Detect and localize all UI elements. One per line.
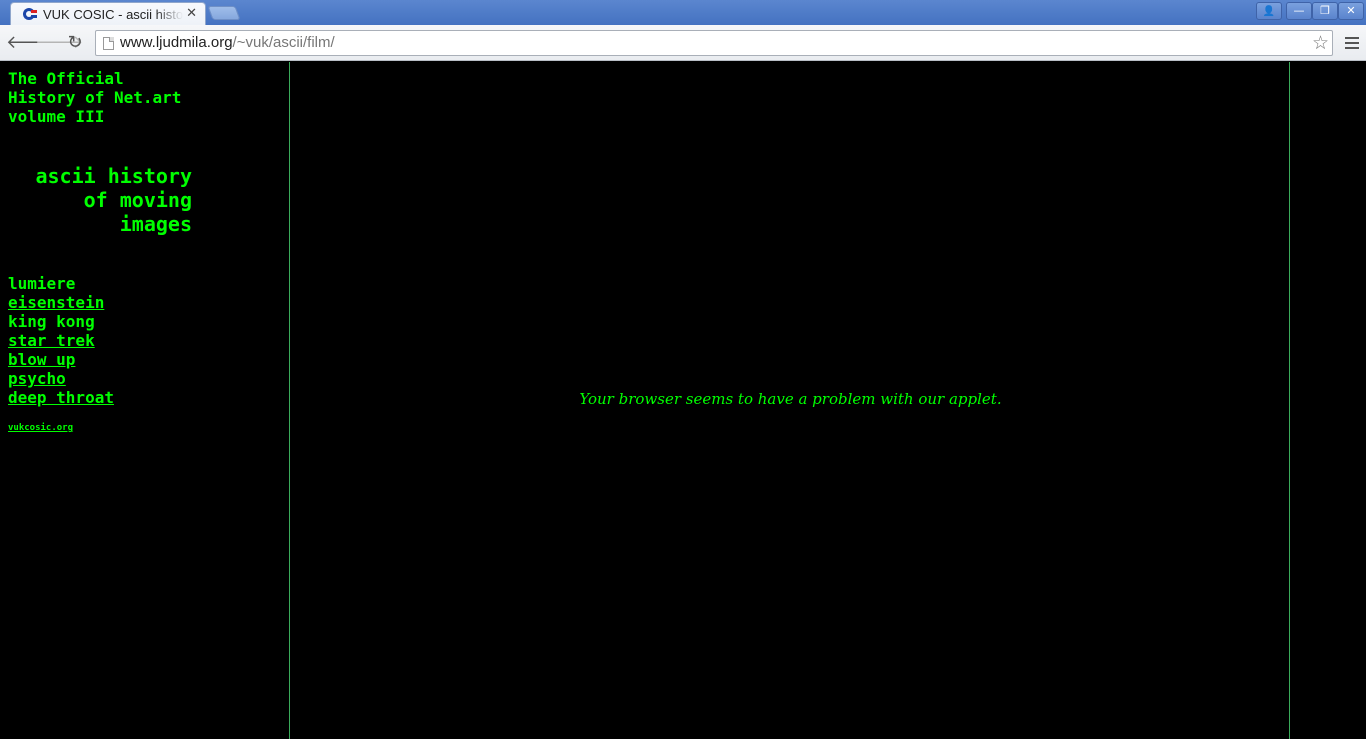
close-window-button[interactable]: ✕ [1338, 2, 1364, 20]
film-item-deep-throat[interactable]: deep throat [8, 388, 114, 407]
film-item-star-trek[interactable]: star trek [8, 331, 114, 350]
film-item-psycho[interactable]: psycho [8, 369, 114, 388]
tab-close-icon[interactable]: ✕ [186, 6, 197, 22]
profile-button[interactable]: 👤 [1256, 2, 1282, 20]
film-item-blow-up[interactable]: blow up [8, 350, 114, 369]
url-path: /~vuk/ascii/film/ [232, 34, 335, 51]
film-list: lumiere eisenstein king kong star trek b… [8, 274, 114, 407]
series-heading-line: The Official [8, 69, 124, 88]
restore-button[interactable]: ❐ [1312, 2, 1338, 20]
url-host: www.ljudmila.org [120, 34, 233, 51]
film-link-blow-up[interactable]: blow up [8, 350, 75, 369]
page-title-line: images [119, 212, 192, 236]
page-viewport: The Official History of Net.art volume I… [0, 62, 1366, 739]
film-label: lumiere [8, 274, 76, 293]
back-button[interactable]: 🡐 [6, 32, 54, 54]
film-link-psycho[interactable]: psycho [8, 369, 66, 388]
film-item-king-kong: king kong [8, 312, 114, 331]
user-icon: 👤 [1262, 6, 1276, 17]
tab-title: VUK COSIC - ascii history of moving imag… [43, 6, 183, 22]
menu-icon[interactable] [1345, 37, 1359, 52]
new-tab-button[interactable] [207, 6, 241, 20]
minimize-button[interactable]: — [1286, 2, 1312, 20]
browser-tab[interactable]: VUK COSIC - ascii history of moving imag… [10, 2, 206, 25]
minimize-icon: — [1293, 4, 1305, 17]
applet-frame: Your browser seems to have a problem wit… [291, 62, 1290, 739]
film-item-eisenstein[interactable]: eisenstein [8, 293, 114, 312]
restore-icon: ❐ [1320, 4, 1330, 17]
series-heading: The Official History of Net.art volume I… [8, 69, 181, 126]
reload-icon: ↻ [67, 32, 83, 53]
left-frame: The Official History of Net.art volume I… [0, 62, 290, 739]
page-title: ascii history of moving images [0, 164, 192, 236]
film-label: king kong [8, 312, 95, 331]
applet-error-message: Your browser seems to have a problem wit… [579, 390, 1002, 408]
film-link-deep-throat[interactable]: deep throat [8, 388, 114, 407]
film-link-star-trek[interactable]: star trek [8, 331, 95, 350]
bookmark-star-icon[interactable]: ☆ [1312, 32, 1329, 54]
film-link-eisenstein[interactable]: eisenstein [8, 293, 104, 312]
page-icon [103, 37, 114, 50]
page-title-line: of moving [83, 188, 192, 212]
series-heading-line: History of Net.art [8, 88, 182, 107]
page-title-line: ascii history [35, 164, 192, 188]
reload-button[interactable]: ↻ [64, 32, 86, 54]
series-heading-line: volume III [8, 107, 105, 126]
address-bar[interactable]: www.ljudmila.org/~vuk/ascii/film/ ☆ [95, 30, 1333, 56]
browser-toolbar: 🡐 🡒 ↻ www.ljudmila.org/~vuk/ascii/film/ … [0, 25, 1366, 61]
window-titlebar: VUK COSIC - ascii history of moving imag… [0, 0, 1366, 25]
close-icon: ✕ [1346, 4, 1356, 17]
forward-button[interactable]: 🡒 [35, 32, 83, 54]
commodore-favicon-icon [23, 7, 37, 21]
credit-link[interactable]: vukcosic.org [8, 423, 73, 433]
url-text[interactable]: www.ljudmila.org/~vuk/ascii/film/ [120, 34, 335, 52]
film-item-lumiere: lumiere [8, 274, 114, 293]
